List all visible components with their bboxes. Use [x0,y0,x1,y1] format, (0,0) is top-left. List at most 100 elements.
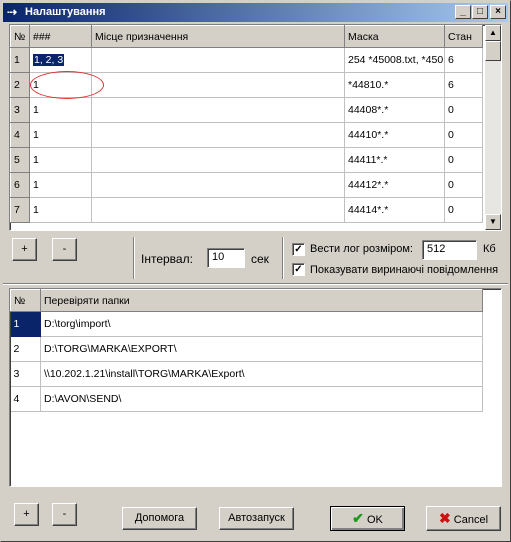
code-cell[interactable]: 1 [29,97,92,123]
window-title: Налаштування [25,6,106,18]
scroll-up-arrow-icon[interactable]: ▲ [485,25,501,41]
code-cell[interactable]: 1 [29,122,92,148]
destination-cell[interactable] [91,72,345,98]
col-header-folder[interactable]: Перевіряти папки [40,289,483,312]
row-number-cell[interactable]: 2 [10,72,30,98]
mask-cell[interactable]: *44810.* [344,72,445,98]
row-number-cell[interactable]: 2 [10,336,41,362]
row-number-cell[interactable]: 1 [10,47,30,73]
code-cell[interactable]: 1 [29,172,92,198]
popups-checkbox[interactable]: ✓ [292,263,305,276]
table-row[interactable]: 7 1 44414*.* 0 [10,197,483,223]
masks-grid[interactable]: № ### Місце призначення Маска Стан 1 1, 2… [9,24,502,231]
destination-cell[interactable] [91,147,345,173]
selected-cell-text: 1, 2, 3 [33,54,65,66]
mask-cell[interactable]: 44414*.* [344,197,445,223]
code-cell[interactable]: 1, 2, 3 [29,47,92,73]
row-number-cell[interactable]: 1 [10,311,41,337]
col-header-code[interactable]: ### [29,25,92,48]
destination-cell[interactable] [91,47,345,73]
log-size-unit: Кб [483,243,496,255]
destination-cell[interactable] [91,122,345,148]
masks-vertical-scrollbar[interactable]: ▲ ▼ [485,25,501,230]
row-number-cell[interactable]: 3 [10,361,41,387]
state-cell[interactable]: 0 [444,97,483,123]
autostart-button[interactable]: Автозапуск [219,507,294,530]
log-label: Вести лог розміром: [310,243,413,255]
mask-cell[interactable]: 44408*.* [344,97,445,123]
log-checkbox[interactable]: ✓ [292,243,305,256]
popups-label: Показувати виринаючі повідомлення [310,264,499,276]
destination-cell[interactable] [91,172,345,198]
table-row[interactable]: 1 1, 2, 3 254 *45008.txt, *450 6 [10,47,483,73]
mask-cell[interactable]: 44412*.* [344,172,445,198]
mask-cell[interactable]: 44411*.* [344,147,445,173]
settings-window: ⇢ Налаштування _ □ × № ### Місце признач… [0,0,511,542]
interval-label: Інтервал: [141,252,193,266]
title-bar[interactable]: ⇢ Налаштування _ □ × [3,3,508,22]
minimize-button[interactable]: _ [455,5,471,19]
state-cell[interactable]: 6 [444,72,483,98]
log-size-input[interactable]: 512 [422,240,477,260]
row-number-cell[interactable]: 7 [10,197,30,223]
mask-cell[interactable]: 44410*.* [344,122,445,148]
ok-button[interactable]: ✔ OK [330,506,405,531]
state-cell[interactable]: 0 [444,147,483,173]
add-folder-button[interactable]: + [14,503,39,526]
separator [133,237,135,279]
col-header-state[interactable]: Стан [444,25,483,48]
row-number-cell[interactable]: 5 [10,147,30,173]
remove-folder-button[interactable]: - [52,503,77,526]
folder-path-cell[interactable]: \\10.202.1.21\install\TORG\MARKA\Export\ [40,361,483,387]
code-cell[interactable]: 1 [29,197,92,223]
row-number-cell[interactable]: 6 [10,172,30,198]
scroll-thumb[interactable] [485,41,501,61]
state-cell[interactable]: 6 [444,47,483,73]
state-cell[interactable]: 0 [444,172,483,198]
destination-cell[interactable] [91,97,345,123]
masks-table: № ### Місце призначення Маска Стан 1 1, 2… [10,25,483,223]
cross-icon: ✖ [438,510,451,526]
table-row[interactable]: 5 1 44411*.* 0 [10,147,483,173]
cancel-button[interactable]: ✖ Cancel [426,506,501,531]
col-header-destination[interactable]: Місце призначення [91,25,345,48]
folder-path-cell[interactable]: D:\torg\import\ [40,311,483,337]
table-row[interactable]: 3 1 44408*.* 0 [10,97,483,123]
state-cell[interactable]: 0 [444,197,483,223]
table-row[interactable]: 4 1 44410*.* 0 [10,122,483,148]
table-row[interactable]: 1 D:\torg\import\ [10,311,483,337]
add-mask-button[interactable]: + [12,238,37,261]
folder-path-cell[interactable]: D:\AVON\SEND\ [40,386,483,412]
folders-table: № Перевіряти папки 1 D:\torg\import\ 2 D:\T… [10,289,483,412]
table-row[interactable]: 6 1 44412*.* 0 [10,172,483,198]
remove-mask-button[interactable]: - [52,238,77,261]
state-cell[interactable]: 0 [444,122,483,148]
separator [282,237,284,279]
horizontal-separator [3,283,508,285]
help-button[interactable]: Допомога [122,507,197,530]
table-row[interactable]: 3 \\10.202.1.21\install\TORG\MARKA\Export… [10,361,483,387]
ok-label: OK [366,514,383,526]
checkmark-icon: ✔ [352,510,364,526]
mask-cell[interactable]: 254 *45008.txt, *450 [344,47,445,73]
col-header-mask[interactable]: Маска [344,25,445,48]
arrow-icon: ⇢ [7,5,18,19]
col-header-number[interactable]: № [10,25,30,48]
row-number-cell[interactable]: 3 [10,97,30,123]
folders-grid[interactable]: № Перевіряти папки 1 D:\torg\import\ 2 D:\T… [9,288,502,487]
table-row[interactable]: 2 D:\TORG\MARKA\EXPORT\ [10,336,483,362]
table-row[interactable]: 4 D:\AVON\SEND\ [10,386,483,412]
row-number-cell[interactable]: 4 [10,386,41,412]
maximize-button[interactable]: □ [472,5,488,19]
col-header-number[interactable]: № [10,289,41,312]
code-cell[interactable]: 1 [29,147,92,173]
interval-input[interactable]: 10 [207,248,245,268]
close-button[interactable]: × [490,5,506,19]
scroll-down-arrow-icon[interactable]: ▼ [485,214,501,230]
destination-cell[interactable] [91,197,345,223]
cancel-label: Cancel [453,514,489,526]
folder-path-cell[interactable]: D:\TORG\MARKA\EXPORT\ [40,336,483,362]
highlight-ellipse [30,71,104,99]
row-number-cell[interactable]: 4 [10,122,30,148]
interval-unit: сек [251,252,269,266]
